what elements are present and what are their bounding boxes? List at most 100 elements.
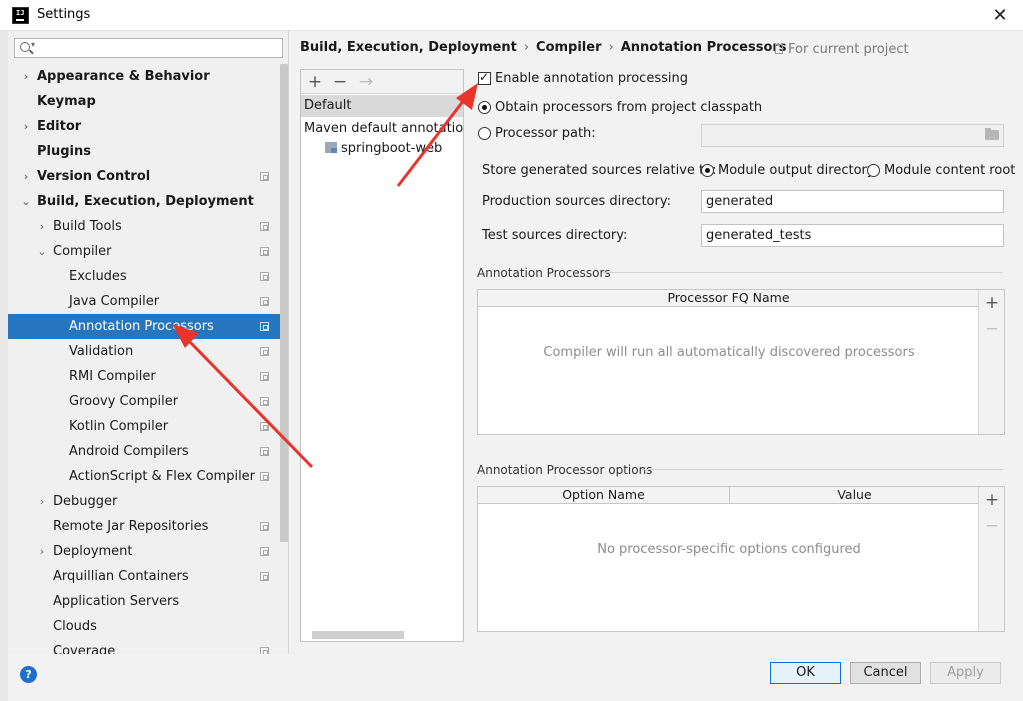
sidebar-item-label: Android Compilers: [69, 444, 189, 459]
background-window-strip: [0, 31, 8, 701]
module-output-label: Module output directory: [718, 163, 875, 178]
sidebar-item-label: Application Servers: [53, 594, 180, 609]
breadcrumb: Build, Execution, Deployment › Compiler › An…: [300, 40, 787, 55]
sidebar-item-validation[interactable]: Validation: [8, 339, 288, 364]
processor-path-radio[interactable]: [478, 127, 491, 140]
sidebar-item-groovy-compiler[interactable]: Groovy Compiler: [8, 389, 288, 414]
sidebar-item-label: Plugins: [37, 144, 91, 159]
processor-fq-name-header[interactable]: Processor FQ Name: [478, 290, 979, 307]
chevron-right-icon[interactable]: ›: [36, 539, 48, 564]
module-icon: [325, 142, 337, 153]
profile-default[interactable]: Default: [301, 95, 463, 117]
production-sources-input[interactable]: [701, 190, 1004, 213]
scope-note: For current project: [775, 42, 909, 57]
sidebar-item-kotlin-compiler[interactable]: Kotlin Compiler: [8, 414, 288, 439]
sidebar-item-deployment[interactable]: › Deployment: [8, 539, 288, 564]
sidebar-item-label: Editor: [37, 119, 82, 134]
remove-processor-button[interactable]: −: [979, 318, 1005, 340]
test-sources-input[interactable]: [701, 224, 1004, 247]
project-scope-icon: [260, 272, 269, 281]
remove-profile-button[interactable]: −: [330, 71, 350, 93]
chevron-right-icon[interactable]: ›: [20, 114, 32, 139]
sidebar-item-build-execution-deployment[interactable]: ⌄ Build, Execution, Deployment: [8, 189, 288, 214]
sidebar-item-build-tools[interactable]: › Build Tools: [8, 214, 288, 239]
sidebar-item-android-compilers[interactable]: Android Compilers: [8, 439, 288, 464]
move-profile-button[interactable]: →: [356, 71, 376, 93]
sidebar-item-label: Clouds: [53, 619, 97, 634]
chevron-down-icon: ▾: [31, 40, 36, 49]
project-scope-icon: [260, 572, 269, 581]
profiles-horizontal-scrollbar[interactable]: [312, 631, 404, 639]
sidebar-item-label: Kotlin Compiler: [69, 419, 169, 434]
processors-empty-text: Compiler will run all automatically disc…: [543, 345, 915, 360]
settings-tree: › Appearance & Behavior Keymap › Editor Plugi…: [8, 64, 288, 654]
sidebar-item-label: ActionScript & Flex Compiler: [69, 469, 256, 484]
module-content-radio[interactable]: [867, 164, 880, 177]
chevron-right-icon[interactable]: ›: [20, 64, 32, 89]
sidebar-item-label: Validation: [69, 344, 134, 359]
sidebar-item-excludes[interactable]: Excludes: [8, 264, 288, 289]
breadcrumb-separator: ›: [608, 40, 614, 55]
project-scope-icon: [260, 172, 269, 181]
sidebar-item-label: Debugger: [53, 494, 118, 509]
project-scope-icon: [260, 347, 269, 356]
sidebar-item-arquillian-containers[interactable]: Arquillian Containers: [8, 564, 288, 589]
chevron-right-icon[interactable]: ›: [36, 489, 48, 514]
obtain-from-classpath-radio[interactable]: [478, 101, 491, 114]
sidebar-item-java-compiler[interactable]: Java Compiler: [8, 289, 288, 314]
remove-option-button[interactable]: −: [979, 515, 1005, 537]
sidebar-item-debugger[interactable]: › Debugger: [8, 489, 288, 514]
sidebar-item-label: Coverage: [53, 644, 116, 654]
sidebar-item-plugins[interactable]: Plugins: [8, 139, 288, 164]
sidebar-item-label: Version Control: [37, 169, 151, 184]
cancel-button[interactable]: Cancel: [850, 662, 921, 684]
breadcrumb-separator: ›: [523, 40, 530, 55]
sidebar-item-label: Annotation Processors: [69, 319, 214, 334]
profile-maven-default[interactable]: Maven default annotation p: [304, 118, 463, 140]
value-header[interactable]: Value: [730, 487, 979, 504]
sidebar-item-coverage[interactable]: Coverage: [8, 639, 288, 654]
add-processor-button[interactable]: +: [979, 292, 1005, 314]
chevron-right-icon[interactable]: ›: [36, 214, 48, 239]
sidebar-item-application-servers[interactable]: Application Servers: [8, 589, 288, 614]
add-profile-button[interactable]: +: [305, 71, 325, 93]
chevron-down-icon[interactable]: ⌄: [36, 239, 48, 264]
help-icon[interactable]: ?: [20, 666, 37, 683]
sidebar-item-editor[interactable]: › Editor: [8, 114, 288, 139]
ok-button[interactable]: OK: [770, 662, 841, 684]
options-empty-text: No processor-specific options configured: [597, 542, 861, 557]
sidebar-item-actionscript-flex-compiler[interactable]: ActionScript & Flex Compiler: [8, 464, 288, 489]
sidebar-item-remote-jar-repositories[interactable]: Remote Jar Repositories: [8, 514, 288, 539]
title-bar: IJ Settings ✕: [0, 0, 1023, 31]
options-table: Option Name Value No processor-specific …: [477, 486, 1005, 632]
sidebar-item-label: Deployment: [53, 544, 133, 559]
add-option-button[interactable]: +: [979, 489, 1005, 511]
search-icon: [20, 42, 30, 52]
sidebar-item-appearance-behavior[interactable]: › Appearance & Behavior: [8, 64, 288, 89]
sidebar-scrollbar[interactable]: [280, 64, 288, 542]
chevron-down-icon[interactable]: ⌄: [20, 189, 32, 214]
sidebar-item-version-control[interactable]: › Version Control: [8, 164, 288, 189]
apply-button[interactable]: Apply: [930, 662, 1001, 684]
close-icon[interactable]: ✕: [985, 3, 1015, 29]
sidebar-item-rmi-compiler[interactable]: RMI Compiler: [8, 364, 288, 389]
profile-module[interactable]: springboot-web: [325, 138, 442, 160]
processor-path-label: Processor path:: [495, 126, 596, 141]
search-input[interactable]: [41, 40, 281, 56]
enable-annotation-checkbox[interactable]: [478, 70, 491, 85]
sidebar-item-label: Remote Jar Repositories: [53, 519, 209, 534]
sidebar-item-compiler[interactable]: ⌄ Compiler: [8, 239, 288, 264]
module-output-radio[interactable]: [701, 164, 714, 177]
search-box[interactable]: ▾: [14, 38, 283, 58]
sidebar-item-annotation-processors[interactable]: Annotation Processors: [8, 314, 288, 339]
sidebar-item-clouds[interactable]: Clouds: [8, 614, 288, 639]
option-name-header[interactable]: Option Name: [478, 487, 729, 504]
production-sources-label: Production sources directory:: [482, 194, 671, 209]
folder-icon[interactable]: [985, 128, 999, 140]
sidebar-item-label: Keymap: [37, 94, 96, 109]
sidebar-item-keymap[interactable]: Keymap: [8, 89, 288, 114]
section-divider: [603, 272, 1003, 273]
project-scope-icon: [260, 522, 269, 531]
chevron-right-icon[interactable]: ›: [20, 164, 32, 189]
processor-path-field[interactable]: [701, 124, 1004, 147]
